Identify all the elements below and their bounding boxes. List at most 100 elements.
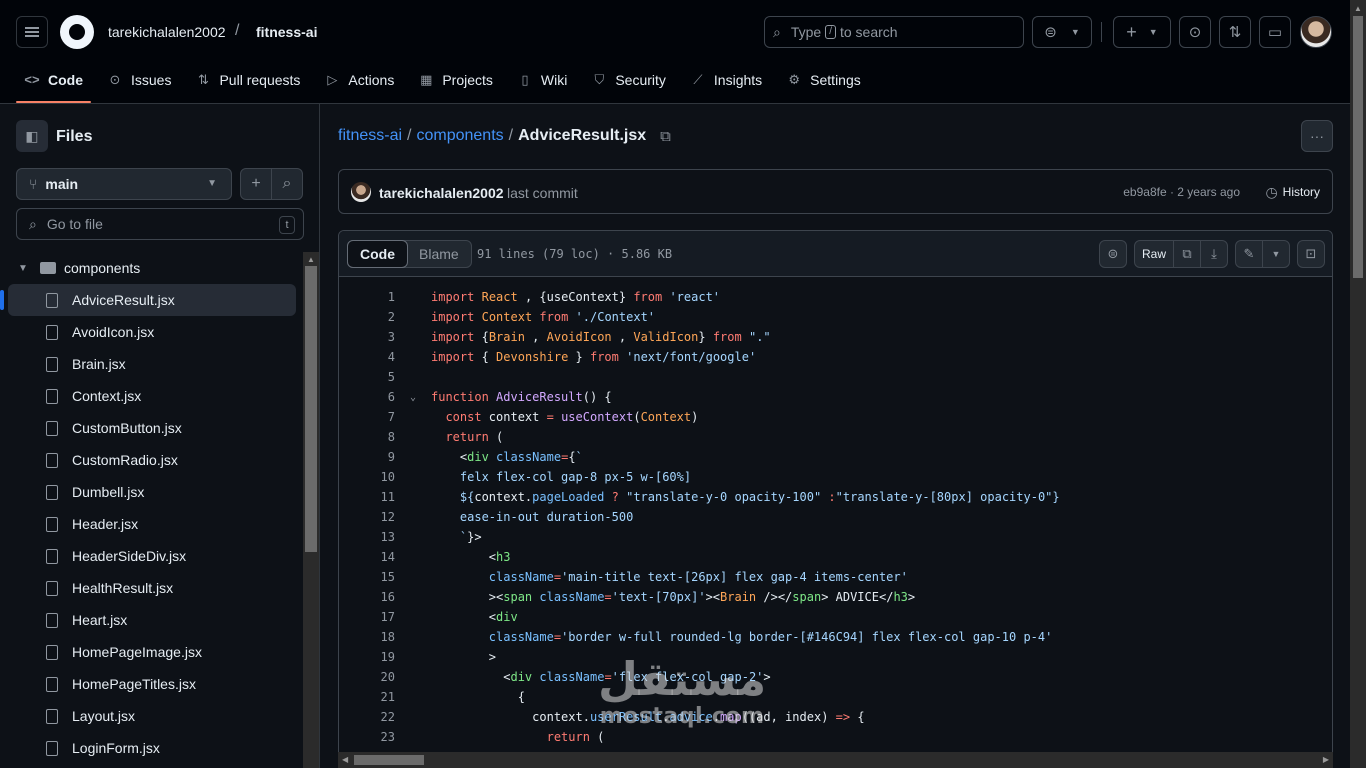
tree-file[interactable]: AdviceResult.jsx bbox=[0, 284, 296, 316]
line-number[interactable]: 10 bbox=[339, 470, 395, 484]
line-number[interactable]: 7 bbox=[339, 410, 395, 424]
go-to-file-input[interactable]: ⌕ Go to file t bbox=[16, 208, 304, 240]
line-number[interactable]: 17 bbox=[339, 610, 395, 624]
create-new-button[interactable]: + ▼ bbox=[1113, 16, 1171, 48]
tab-code[interactable]: Code bbox=[347, 240, 408, 268]
line-number[interactable]: 15 bbox=[339, 570, 395, 584]
commit-hash-and-time[interactable]: eb9a8fe · 2 years ago bbox=[1123, 185, 1240, 199]
copy-icon: ⧉ bbox=[1182, 246, 1192, 261]
copilot-button[interactable]: ⊜ ▼ bbox=[1032, 16, 1092, 48]
line-number[interactable]: 6 bbox=[339, 390, 395, 404]
code-horizontal-scrollbar[interactable]: ◀ ▶ bbox=[338, 752, 1333, 768]
scrollbar-thumb[interactable] bbox=[305, 266, 317, 552]
commit-message-link[interactable]: last commit bbox=[507, 185, 578, 201]
tab-projects[interactable]: ▦ Projects bbox=[410, 66, 501, 103]
issues-button[interactable]: ⊙ bbox=[1179, 16, 1211, 48]
tree-file[interactable]: Context.jsx bbox=[8, 380, 296, 412]
sidebar-scrollbar[interactable]: ▲ bbox=[303, 252, 319, 768]
tree-file[interactable]: Dumbell.jsx bbox=[8, 476, 296, 508]
history-button[interactable]: ◷ History bbox=[1265, 179, 1320, 205]
tree-file[interactable]: Layout.jsx bbox=[8, 700, 296, 732]
search-files-button[interactable]: ⌕ bbox=[271, 168, 303, 200]
scrollbar-thumb[interactable] bbox=[1353, 16, 1363, 278]
edit-options-button[interactable]: ▼ bbox=[1262, 240, 1290, 268]
branch-select[interactable]: ⑂ main ▼ bbox=[16, 168, 232, 200]
file-icon bbox=[46, 612, 58, 628]
raw-button[interactable]: Raw bbox=[1134, 240, 1174, 268]
tree-file[interactable]: HeaderSideDiv.jsx bbox=[8, 540, 296, 572]
line-number[interactable]: 5 bbox=[339, 370, 395, 384]
line-number[interactable]: 1 bbox=[339, 290, 395, 304]
code-line: 23 return ( bbox=[339, 727, 1332, 747]
tree-folder-components[interactable]: ▼ components bbox=[8, 252, 296, 284]
line-number[interactable]: 13 bbox=[339, 530, 395, 544]
code-line: 16 ><span className='text-[70px]'><Brain… bbox=[339, 587, 1332, 607]
menu-button[interactable] bbox=[16, 16, 48, 48]
copy-path-icon[interactable]: ⧉ bbox=[660, 128, 671, 145]
line-number[interactable]: 23 bbox=[339, 730, 395, 744]
line-number[interactable]: 14 bbox=[339, 550, 395, 564]
line-number[interactable]: 21 bbox=[339, 690, 395, 704]
line-number[interactable]: 9 bbox=[339, 450, 395, 464]
line-number[interactable]: 4 bbox=[339, 350, 395, 364]
add-file-button[interactable]: + bbox=[240, 168, 272, 200]
download-icon: ⤓ bbox=[1211, 246, 1217, 261]
code-line: 21 { bbox=[339, 687, 1332, 707]
line-number[interactable]: 16 bbox=[339, 590, 395, 604]
line-source: import Context from './Context' bbox=[431, 310, 656, 324]
tree-file[interactable]: CustomButton.jsx bbox=[8, 412, 296, 444]
tree-file[interactable]: Brain.jsx bbox=[8, 348, 296, 380]
tree-file[interactable]: Header.jsx bbox=[8, 508, 296, 540]
line-source: <div className={` bbox=[431, 450, 583, 464]
download-button[interactable]: ⤓ bbox=[1200, 240, 1228, 268]
line-number[interactable]: 3 bbox=[339, 330, 395, 344]
scrollbar-thumb[interactable] bbox=[354, 755, 424, 765]
tab-insights[interactable]: ⟋ Insights bbox=[682, 66, 770, 103]
line-number[interactable]: 18 bbox=[339, 630, 395, 644]
line-number[interactable]: 12 bbox=[339, 510, 395, 524]
tree-file[interactable]: CustomRadio.jsx bbox=[8, 444, 296, 476]
tab-pull-requests[interactable]: ⇅ Pull requests bbox=[187, 66, 308, 103]
copy-raw-button[interactable]: ⧉ bbox=[1173, 240, 1201, 268]
line-number[interactable]: 19 bbox=[339, 650, 395, 664]
pull-requests-button[interactable]: ⇅ bbox=[1219, 16, 1251, 48]
github-logo-icon[interactable] bbox=[60, 15, 94, 49]
line-number[interactable]: 11 bbox=[339, 490, 395, 504]
more-options-button[interactable]: ··· bbox=[1301, 120, 1333, 152]
line-number[interactable]: 2 bbox=[339, 310, 395, 324]
tree-file[interactable]: HealthResult.jsx bbox=[8, 572, 296, 604]
tree-file[interactable]: HomePageTitles.jsx bbox=[8, 668, 296, 700]
commit-author-link[interactable]: tarekichalalen2002 bbox=[379, 185, 504, 201]
fold-chevron-icon[interactable]: ⌄ bbox=[395, 392, 431, 403]
tab-issues[interactable]: ⊙ Issues bbox=[99, 66, 179, 103]
scroll-left-icon: ◀ bbox=[342, 755, 349, 764]
line-number[interactable]: 22 bbox=[339, 710, 395, 724]
tree-file[interactable]: HomePageImage.jsx bbox=[8, 636, 296, 668]
repo-link[interactable]: fitness-ai bbox=[256, 24, 317, 40]
search-input[interactable]: ⌕ Type / to search bbox=[764, 16, 1024, 48]
breadcrumb-folder-link[interactable]: components bbox=[416, 127, 503, 145]
commit-author-avatar[interactable] bbox=[351, 182, 371, 202]
file-icon bbox=[46, 644, 58, 660]
symbols-panel-button[interactable]: ⊡ bbox=[1297, 240, 1325, 268]
tab-actions[interactable]: ▷ Actions bbox=[316, 66, 402, 103]
tree-file[interactable]: Heart.jsx bbox=[8, 604, 296, 636]
latest-commit-bar: tarekichalalen2002 last commit eb9a8fe ·… bbox=[338, 169, 1333, 214]
edit-file-button[interactable]: ✎ bbox=[1235, 240, 1263, 268]
owner-link[interactable]: tarekichalalen2002 bbox=[108, 24, 226, 40]
tab-security[interactable]: ⛉ Security bbox=[583, 66, 674, 103]
line-number[interactable]: 20 bbox=[339, 670, 395, 684]
tree-file[interactable]: AvoidIcon.jsx bbox=[8, 316, 296, 348]
tab-settings[interactable]: ⚙ Settings bbox=[778, 66, 869, 103]
collapse-sidebar-button[interactable]: ◧ bbox=[16, 120, 48, 152]
line-number[interactable]: 8 bbox=[339, 430, 395, 444]
inbox-button[interactable]: ▭ bbox=[1259, 16, 1291, 48]
tab-blame[interactable]: Blame bbox=[407, 241, 471, 267]
avatar[interactable] bbox=[1300, 16, 1332, 48]
tab-wiki[interactable]: ▯ Wiki bbox=[509, 66, 575, 103]
tree-file[interactable]: LoginForm.jsx bbox=[8, 732, 296, 764]
page-scrollbar[interactable]: ▲ bbox=[1350, 0, 1366, 768]
breadcrumb-repo-link[interactable]: fitness-ai bbox=[338, 127, 402, 145]
tab-code[interactable]: <> Code bbox=[16, 66, 91, 103]
copilot-file-button[interactable]: ⊜ bbox=[1099, 240, 1127, 268]
